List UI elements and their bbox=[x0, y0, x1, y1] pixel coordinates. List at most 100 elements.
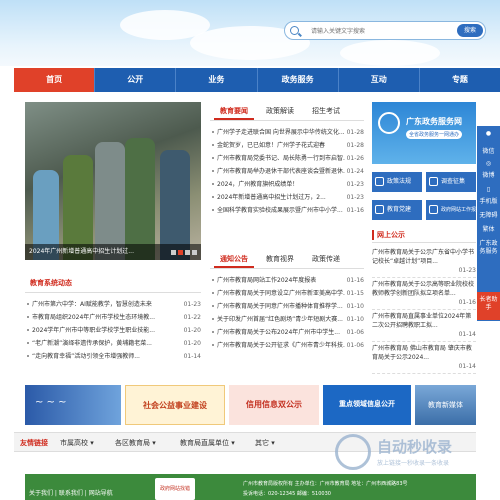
list-item-title[interactable]: 广州市教育局关于同意广州市播种体育推荐学... bbox=[217, 303, 343, 310]
party-button[interactable]: 教育党建 bbox=[372, 200, 422, 220]
search-button[interactable]: 搜索 bbox=[457, 24, 483, 37]
list-item-title[interactable]: 广州市教育局关于公布2024年广州市中学生... bbox=[217, 329, 340, 336]
public-notice-item[interactable]: 广州市教育局 佛山市教育局 肇庆市教育局关于公示2024... 01-14 bbox=[372, 342, 476, 374]
list-item[interactable]: 广州市教育局党委书记、局长陈勇一行到市启智... 01-26 bbox=[212, 152, 364, 165]
mobile-icon[interactable]: ▯ bbox=[477, 186, 500, 198]
wechat-icon[interactable]: ● bbox=[477, 130, 500, 144]
list-item-title[interactable]: 广州市教育局网站工作2024年度报表 bbox=[217, 277, 316, 284]
system-list: 广州市第六中学：AI赋能教学，智慧创造未来 01-23 市教育局组织2024年广州市… bbox=[27, 298, 201, 363]
tab-edu-vision[interactable]: 教育视界 bbox=[260, 252, 300, 268]
footer-line2: 投诉电话：020-12345 邮编：510030 bbox=[243, 491, 331, 497]
gov-service-banner[interactable]: 广东政务服务网 全省政务服务一网通办 bbox=[372, 102, 476, 164]
list-item-title[interactable]: 关于印发广州首届“红色剧场”青少年短剧大赛... bbox=[217, 316, 343, 323]
public-notice-item[interactable]: 广州市教育局直属事业单位2024年第二次公开招聘教职工拟... 01-14 bbox=[372, 310, 476, 342]
report-button[interactable]: 政府网站工作报表 bbox=[426, 200, 476, 233]
list-item[interactable]: “老广新潮”演绎非遗传承保护，黄埔籍老菜... 01-20 bbox=[27, 337, 201, 350]
public-notice-text[interactable]: 广州市教育局关于公示高等职业院校校教师教学创新团队拟立项名单... bbox=[372, 281, 474, 297]
news-slider[interactable]: 2024年广州新增普通高中招生计划过... bbox=[25, 102, 201, 260]
public-notice-text[interactable]: 广州市教育局直属事业单位2024年第二次公开招聘教职工拟... bbox=[372, 313, 471, 329]
search-box[interactable]: 搜索 bbox=[284, 21, 486, 40]
banner-credit[interactable]: 信用信息双公示 bbox=[229, 385, 319, 425]
list-item-title[interactable]: 2024学年广州市中等职业学校学生职业技能... bbox=[32, 327, 155, 334]
float-mobile[interactable]: 手机版 bbox=[477, 198, 500, 206]
list-item[interactable]: 2024学年广州市中等职业学校学生职业技能... 01-20 bbox=[27, 324, 201, 337]
tab-policy[interactable]: 政策解读 bbox=[260, 104, 300, 120]
banner-new-media[interactable]: 教育新媒体 bbox=[415, 385, 476, 425]
nav-home[interactable]: 首页 bbox=[14, 68, 96, 92]
banner-public-welfare[interactable]: 社会公益事业建设 bbox=[125, 385, 225, 425]
public-notice-date: 01-16 bbox=[456, 298, 476, 307]
list-item-title[interactable]: 广州市教育局关于同意设立广州市新亚美高中学... bbox=[217, 290, 349, 297]
list-item[interactable]: 广州学子走进联合国 向世界展示中华传统文化... 01-28 bbox=[212, 126, 364, 139]
list-item-title[interactable]: 广州市教育局关于公开征求《广州市青少年科技... bbox=[217, 342, 349, 349]
tab-notice[interactable]: 通知公告 bbox=[214, 252, 254, 268]
list-item-title[interactable]: 广州市教育局举办退休干部代表座谈会暨新退休... bbox=[217, 168, 349, 175]
list-item[interactable]: 2024，广州教育旗帜成绩单！ 01-23 bbox=[212, 178, 364, 191]
list-item[interactable]: 2024年新增普通高中招生计划过万，2... 01-23 bbox=[212, 191, 364, 204]
list-item-title[interactable]: “走向教育幸福”活动引领全市增强教师... bbox=[32, 353, 140, 360]
search-input[interactable] bbox=[311, 25, 431, 37]
nav-gov-service[interactable]: 政务服务 bbox=[258, 68, 339, 92]
link-others[interactable]: 其它 ▾ bbox=[249, 433, 289, 451]
list-item-title[interactable]: 广州学子走进联合国 向世界展示中华传统文化... bbox=[217, 129, 345, 136]
float-gd-service[interactable]: 广东政务服务 bbox=[477, 240, 500, 256]
public-notice-item[interactable]: 广州市教育局关于公示广东省中小学书记校长“卓越计划”项目... 01-23 bbox=[372, 246, 476, 278]
list-item-date: 01-20 bbox=[181, 324, 201, 337]
link-universities[interactable]: 市属高校 ▾ bbox=[54, 433, 109, 451]
nav-business[interactable]: 业务 bbox=[176, 68, 258, 92]
gov-error-badge[interactable]: 政府网站找错 bbox=[155, 478, 195, 500]
link-districts[interactable]: 各区教育局 ▾ bbox=[109, 433, 174, 451]
main-nav: 首页 公开 业务 政务服务 互动 专题 bbox=[14, 68, 500, 92]
news-list: 广州学子走进联合国 向世界展示中华传统文化... 01-28 金蛇贺岁，已已如意！广… bbox=[212, 126, 364, 217]
list-item-title[interactable]: 金蛇贺岁，已已如意！广州学子花式迎春 bbox=[217, 142, 325, 149]
policy-button[interactable]: 政策法规 bbox=[372, 172, 422, 192]
gov-title: 广东政务服务网 bbox=[406, 117, 462, 126]
public-notice-text[interactable]: 广州市教育局 佛山市教育局 肇庆市教育局关于公示2024... bbox=[372, 345, 472, 361]
list-item[interactable]: “走向教育幸福”活动引领全市增强教师... 01-14 bbox=[27, 350, 201, 363]
float-traditional[interactable]: 繁体 bbox=[477, 226, 500, 234]
list-item-title[interactable]: 广州市教育局党委书记、局长陈勇一行到市启智... bbox=[217, 155, 349, 162]
nav-public[interactable]: 公开 bbox=[95, 68, 177, 92]
notice-tabs: 通知公告 教育视界 政策传递 bbox=[214, 252, 346, 268]
list-item[interactable]: 广州市教育局关于公开征求《广州市青少年科技... 01-06 bbox=[212, 339, 364, 352]
list-item[interactable]: 广州市教育局关于公布2024年广州市中学生... 01-06 bbox=[212, 326, 364, 339]
list-item[interactable]: 广州市教育局举办退休干部代表座谈会暨新退休... 01-24 bbox=[212, 165, 364, 178]
public-notice-text[interactable]: 广州市教育局关于公示广东省中小学书记校长“卓越计划”项目... bbox=[372, 249, 474, 265]
list-item[interactable]: 关于印发广州首届“红色剧场”青少年短剧大赛... 01-10 bbox=[212, 313, 364, 326]
list-item-title[interactable]: 2024年新增普通高中招生计划过万，2... bbox=[217, 194, 326, 201]
float-wechat[interactable]: 微信 bbox=[477, 148, 500, 156]
float-accessible[interactable]: 无障碍 bbox=[477, 212, 500, 220]
list-item-title[interactable]: 全国科学教育实验校成果展示暨广州市中小学... bbox=[217, 207, 343, 214]
list-item[interactable]: 金蛇贺岁，已已如意！广州学子花式迎春 01-28 bbox=[212, 139, 364, 152]
nav-interact[interactable]: 互动 bbox=[339, 68, 420, 92]
flag-icon bbox=[375, 205, 384, 214]
banner-key-areas[interactable]: 重点领域信息公开 bbox=[323, 385, 411, 425]
list-item[interactable]: 全国科学教育实验校成果展示暨广州市中小学... 01-16 bbox=[212, 204, 364, 217]
nav-topics[interactable]: 专题 bbox=[420, 68, 500, 92]
footer-contact[interactable]: 联系我们 bbox=[59, 490, 83, 497]
slide-dots[interactable] bbox=[171, 250, 197, 255]
float-weibo[interactable]: 微博 bbox=[477, 172, 500, 180]
list-item-title[interactable]: 市教育局组织2024年广州市学校生态环境教... bbox=[32, 314, 155, 321]
banner-campaign[interactable]: ~ ~ ~ bbox=[25, 385, 121, 425]
public-notice-item[interactable]: 广州市教育局关于公示高等职业院校校教师教学创新团队拟立项名单... 01-16 bbox=[372, 278, 476, 310]
list-item[interactable]: 广州市教育局关于同意广州市播种体育推荐学... 01-10 bbox=[212, 300, 364, 313]
tab-exam[interactable]: 招生考试 bbox=[306, 104, 346, 120]
list-item-title[interactable]: “老广新潮”演绎非遗传承保护，黄埔籍老菜... bbox=[32, 340, 152, 347]
survey-button[interactable]: 调查征集 bbox=[426, 172, 476, 192]
footer-about[interactable]: 关于我们 bbox=[29, 490, 53, 497]
list-item-title[interactable]: 2024，广州教育旗帜成绩单！ bbox=[217, 181, 298, 188]
footer-sitemap[interactable]: 网站导航 bbox=[89, 490, 113, 497]
link-direct-units[interactable]: 教育局直属单位 ▾ bbox=[174, 433, 249, 451]
list-item-title[interactable]: 广州市第六中学：AI赋能教学，智慧创造未来 bbox=[32, 301, 152, 308]
list-item[interactable]: 市教育局组织2024年广州市学校生态环境教... 01-22 bbox=[27, 311, 201, 324]
list-item[interactable]: 广州市教育局关于同意设立广州市新亚美高中学... 01-15 bbox=[212, 287, 364, 300]
banner-campaign-art: ~ ~ ~ bbox=[35, 397, 67, 408]
float-elder-helper[interactable]: 长者助手 bbox=[477, 292, 500, 320]
tab-policy-transfer[interactable]: 政策传递 bbox=[306, 252, 346, 268]
list-item[interactable]: 广州市第六中学：AI赋能教学，智慧创造未来 01-23 bbox=[27, 298, 201, 311]
tab-edu-news[interactable]: 教育要闻 bbox=[214, 104, 254, 120]
list-item-date: 01-06 bbox=[344, 326, 364, 339]
list-item[interactable]: 广州市教育局网站工作2024年度报表 01-16 bbox=[212, 274, 364, 287]
weibo-icon[interactable]: ◎ bbox=[477, 160, 500, 172]
